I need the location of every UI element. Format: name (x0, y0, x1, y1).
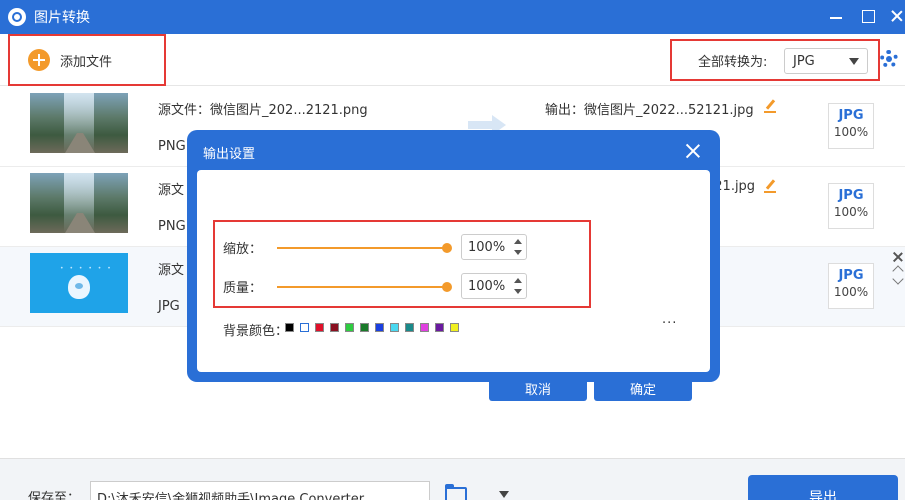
color-swatch[interactable] (300, 323, 309, 332)
file-thumbnail (30, 173, 128, 233)
app-logo-icon (8, 8, 26, 26)
add-file-label: 添加文件 (60, 54, 113, 70)
chevron-down-icon (499, 491, 509, 498)
quality-value: 100% (468, 279, 506, 294)
scale-label: 缩放： (223, 242, 263, 257)
source-file-name: 源文 (158, 183, 185, 198)
more-colors-button[interactable]: ··· (662, 316, 677, 331)
cancel-button[interactable]: 取消 (489, 373, 587, 401)
output-quality: 100% (833, 205, 869, 219)
chevron-down-icon (849, 58, 859, 65)
source-file-name: 源文件：微信图片_202...2121.png (158, 103, 368, 118)
scale-value: 100% (468, 240, 506, 255)
output-format-type: JPG (838, 188, 864, 203)
plus-icon (28, 49, 50, 71)
footer-bar: 保存至： D:\沐禾安信\金狮视频助手\Image Converter 导出 (0, 458, 905, 500)
file-thumbnail: • • • • • • (30, 253, 128, 313)
convert-all-group: 全部转换为: JPG (670, 39, 880, 81)
color-swatch[interactable] (285, 323, 294, 332)
dialog-body: 缩放： 100% 质量： 100% 背景颜色： ··· 取消 确定 (197, 170, 710, 401)
maximize-icon[interactable] (862, 10, 875, 23)
settings-highlight-box (213, 220, 591, 308)
quality-stepper[interactable]: 100% (461, 273, 527, 299)
folder-icon[interactable] (445, 484, 467, 500)
close-icon[interactable] (684, 142, 702, 160)
scale-slider-handle[interactable] (442, 243, 452, 253)
save-to-label: 保存至： (28, 491, 81, 500)
quality-slider-handle[interactable] (442, 282, 452, 292)
add-file-button[interactable]: 添加文件 (8, 34, 166, 86)
color-swatch[interactable] (375, 323, 384, 332)
increment-icon[interactable] (514, 239, 522, 244)
edit-icon[interactable] (764, 99, 776, 113)
toolbar: 添加文件 全部转换为: JPG (0, 34, 905, 86)
gear-icon[interactable] (880, 50, 898, 68)
quality-label: 质量： (223, 281, 263, 296)
quality-slider[interactable] (277, 286, 447, 288)
save-path-value: D:\沐禾安信\金狮视频助手\Image Converter (97, 492, 365, 500)
color-swatch[interactable] (330, 323, 339, 332)
background-color-label: 背景颜色： (223, 324, 289, 339)
output-format-badge[interactable]: JPG 100% (828, 103, 874, 149)
close-window-icon[interactable] (890, 8, 904, 24)
output-settings-dialog: 输出设置 缩放： 100% 质量： 100% 背景颜色： ··· 取消 确定 (187, 130, 720, 401)
color-swatch[interactable] (405, 323, 414, 332)
confirm-button[interactable]: 确定 (594, 373, 692, 401)
source-format: PNG (158, 219, 186, 234)
output-file-name: 输出：微信图片_2022...52121.jpg (545, 103, 754, 118)
dialog-title: 输出设置 (203, 147, 256, 162)
scale-slider[interactable] (277, 247, 447, 249)
output-quality: 100% (833, 125, 869, 139)
source-format: JPG (158, 299, 180, 314)
color-swatch[interactable] (435, 323, 444, 332)
format-select[interactable]: JPG (784, 48, 868, 74)
chevron-down-icon[interactable] (892, 273, 904, 285)
save-path-select[interactable]: D:\沐禾安信\金狮视频助手\Image Converter (90, 481, 509, 500)
output-format-type: JPG (838, 108, 864, 123)
export-button[interactable]: 导出 (748, 475, 898, 500)
color-swatch[interactable] (420, 323, 429, 332)
minimize-icon[interactable] (828, 8, 844, 24)
decrement-icon[interactable] (514, 250, 522, 255)
remove-file-icon[interactable] (892, 251, 904, 263)
convert-all-label: 全部转换为: (698, 54, 768, 70)
color-swatch[interactable] (390, 323, 399, 332)
file-thumbnail (30, 93, 128, 153)
output-format-badge[interactable]: JPG 100% (828, 183, 874, 229)
increment-icon[interactable] (514, 278, 522, 283)
color-swatch[interactable] (345, 323, 354, 332)
output-format-badge[interactable]: JPG 100% (828, 263, 874, 309)
output-format-type: JPG (838, 268, 864, 283)
app-title: 图片转换 (34, 10, 90, 26)
edit-icon[interactable] (764, 179, 776, 193)
title-bar: 图片转换 (0, 0, 905, 34)
format-select-value: JPG (793, 53, 815, 69)
color-swatch[interactable] (450, 323, 459, 332)
scale-stepper[interactable]: 100% (461, 234, 527, 260)
color-swatch[interactable] (360, 323, 369, 332)
decrement-icon[interactable] (514, 289, 522, 294)
color-swatch[interactable] (315, 323, 324, 332)
output-quality: 100% (833, 285, 869, 299)
source-format: PNG (158, 139, 186, 154)
source-file-name: 源文 (158, 263, 185, 278)
